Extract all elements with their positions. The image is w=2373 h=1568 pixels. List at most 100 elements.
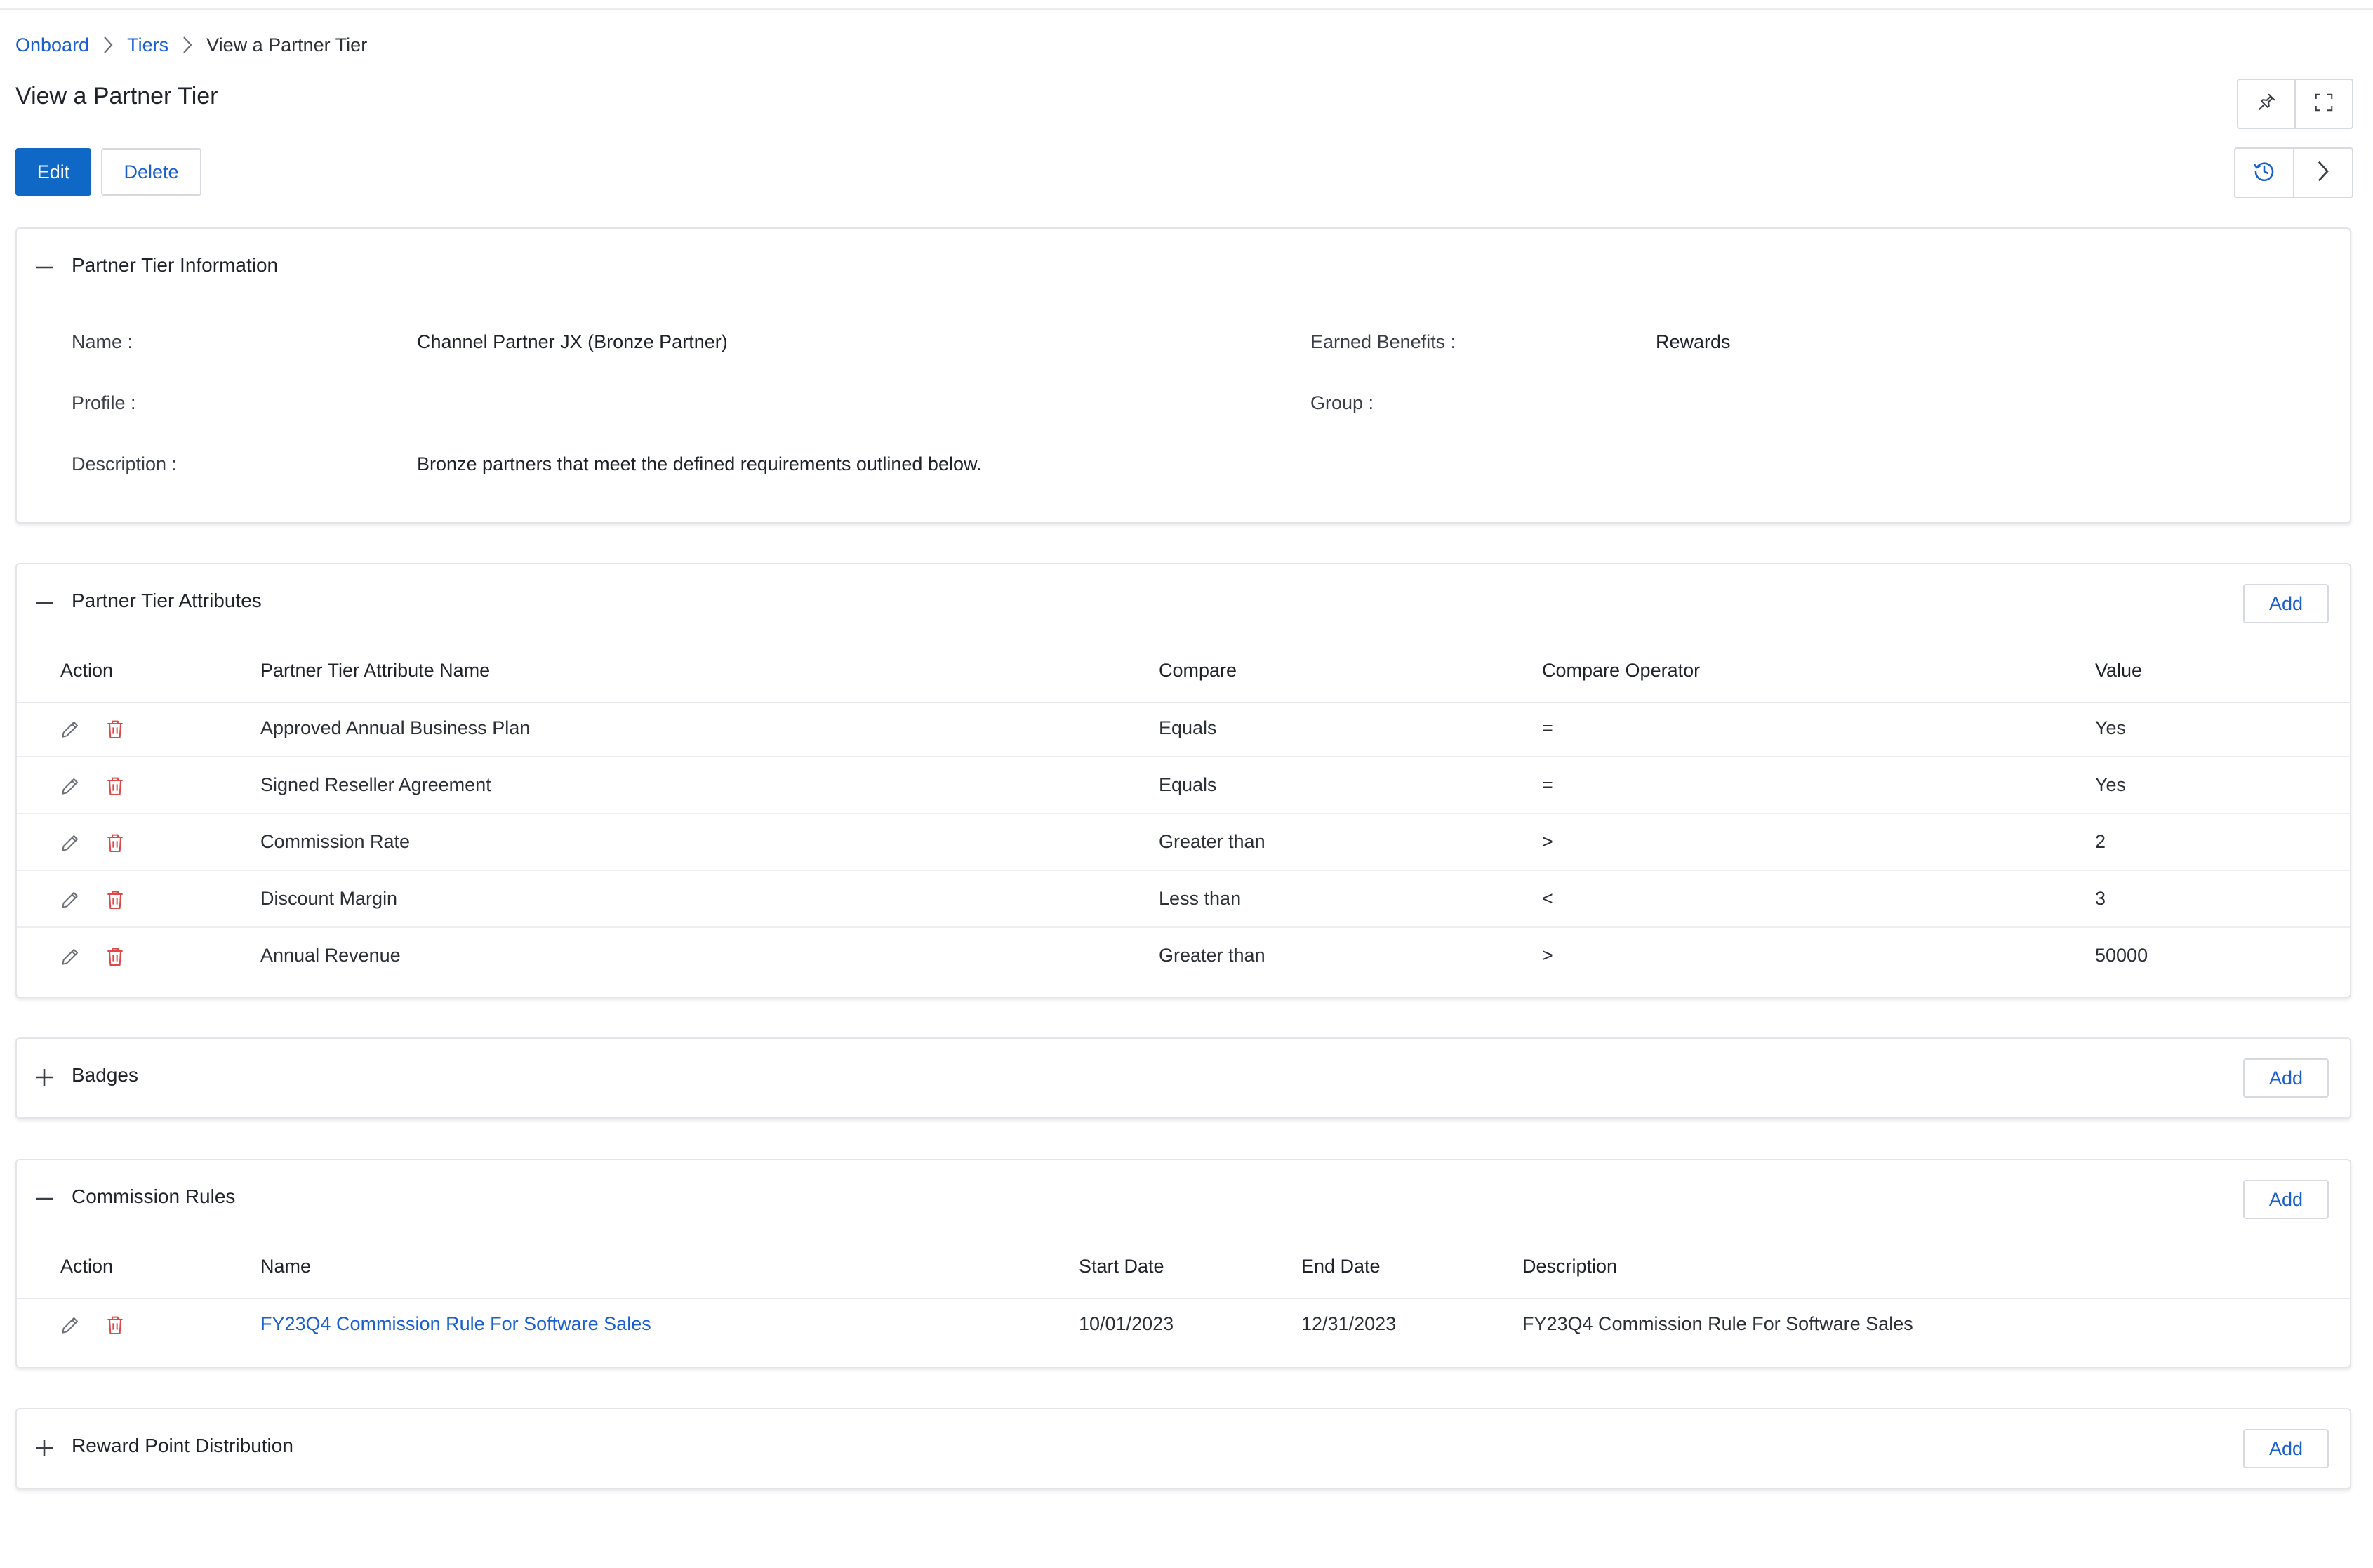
- delete-trash-icon[interactable]: [104, 718, 126, 740]
- panel-title: Partner Tier Attributes: [72, 590, 262, 611]
- panel-header: Commission Rules Add: [17, 1160, 2350, 1237]
- next-record-button[interactable]: [2293, 149, 2352, 197]
- panel-header: Reward Point Distribution Add: [17, 1409, 2350, 1487]
- pin-icon: [2256, 92, 2277, 117]
- column-header[interactable]: Description: [1522, 1256, 1617, 1277]
- history-button[interactable]: [2235, 149, 2293, 197]
- column-header: Action: [60, 1256, 114, 1277]
- column-header[interactable]: Name: [260, 1256, 311, 1277]
- delete-trash-icon[interactable]: [104, 832, 126, 854]
- start-date: 10/01/2023: [1079, 1313, 1174, 1334]
- attribute-value: Yes: [2095, 717, 2127, 738]
- fullscreen-icon: [2313, 92, 2334, 117]
- panel-header: Partner Tier Information: [17, 229, 2350, 306]
- reward-point-distribution-panel: Reward Point Distribution Add: [15, 1408, 2351, 1489]
- attribute-operator: =: [1542, 774, 1553, 795]
- edit-pencil-icon[interactable]: [59, 718, 81, 740]
- chevron-right-icon: [89, 35, 127, 55]
- attribute-name: Approved Annual Business Plan: [260, 717, 531, 738]
- group-label: Group :: [1310, 392, 1374, 413]
- breadcrumb-current: View a Partner Tier: [206, 34, 368, 55]
- commission-rule-link[interactable]: FY23Q4 Commission Rule For Software Sale…: [260, 1313, 651, 1335]
- rule-description: FY23Q4 Commission Rule For Software Sale…: [1522, 1313, 1913, 1334]
- description-value: Bronze partners that meet the defined re…: [417, 453, 982, 474]
- attribute-compare: Greater than: [1159, 831, 1265, 852]
- panel-title: Badges: [72, 1064, 138, 1086]
- column-header[interactable]: Value: [2095, 660, 2142, 682]
- earned-benefits-label: Earned Benefits :: [1310, 331, 1456, 352]
- attribute-operator: >: [1542, 831, 1553, 852]
- panel-title: Reward Point Distribution: [72, 1435, 293, 1456]
- attribute-name: Discount Margin: [260, 888, 398, 909]
- attribute-name: Annual Revenue: [260, 945, 401, 966]
- attribute-value: Yes: [2095, 774, 2127, 795]
- add-attribute-button[interactable]: Add: [2243, 584, 2329, 623]
- name-label: Name :: [72, 331, 133, 352]
- delete-trash-icon[interactable]: [104, 945, 126, 968]
- delete-button[interactable]: Delete: [101, 148, 201, 196]
- column-header[interactable]: Compare: [1159, 660, 1237, 682]
- column-header: Action: [60, 660, 114, 681]
- attribute-value: 50000: [2095, 945, 2148, 966]
- attribute-name: Commission Rate: [260, 831, 411, 852]
- delete-trash-icon[interactable]: [104, 889, 126, 911]
- edit-pencil-icon[interactable]: [59, 832, 81, 854]
- partner-tier-information-panel: Partner Tier Information Name : Channel …: [15, 227, 2351, 524]
- breadcrumb-onboard[interactable]: Onboard: [15, 34, 89, 56]
- table-row: Commission Rate Greater than > 2: [17, 816, 2350, 871]
- name-value: Channel Partner JX (Bronze Partner): [417, 331, 728, 352]
- table-row: Approved Annual Business Plan Equals = Y…: [17, 702, 2350, 757]
- column-header[interactable]: Compare Operator: [1542, 660, 1700, 682]
- table-row: Discount Margin Less than < 3: [17, 872, 2350, 928]
- expand-icon[interactable]: [35, 1068, 53, 1087]
- table-header: Action Partner Tier Attribute Name Compa…: [17, 642, 2350, 703]
- delete-trash-icon[interactable]: [104, 775, 126, 797]
- attribute-compare: Equals: [1159, 774, 1217, 795]
- attribute-operator: <: [1542, 888, 1553, 909]
- edit-pencil-icon[interactable]: [59, 775, 81, 797]
- column-header[interactable]: Partner Tier Attribute Name: [260, 660, 490, 682]
- earned-benefits-value: Rewards: [1656, 331, 1731, 352]
- record-controls: [2234, 147, 2353, 198]
- table-row: Signed Reseller Agreement Equals = Yes: [17, 759, 2350, 814]
- chevron-right-icon: [168, 35, 206, 55]
- panel-title: Partner Tier Information: [72, 254, 279, 276]
- edit-pencil-icon[interactable]: [59, 1314, 81, 1336]
- expand-icon[interactable]: [35, 1439, 53, 1457]
- add-badge-button[interactable]: Add: [2243, 1058, 2329, 1098]
- attribute-value: 2: [2095, 831, 2106, 852]
- add-reward-point-button[interactable]: Add: [2243, 1429, 2329, 1468]
- collapse-icon[interactable]: [35, 1190, 53, 1208]
- delete-trash-icon[interactable]: [104, 1314, 126, 1336]
- profile-label: Profile :: [72, 392, 136, 413]
- pin-button[interactable]: [2238, 80, 2294, 128]
- attribute-value: 3: [2095, 888, 2106, 909]
- fullscreen-button[interactable]: [2294, 80, 2352, 128]
- attribute-compare: Equals: [1159, 717, 1217, 738]
- collapse-icon[interactable]: [35, 258, 53, 277]
- panel-header: Partner Tier Attributes Add: [17, 564, 2350, 642]
- edit-pencil-icon[interactable]: [59, 889, 81, 911]
- description-label: Description :: [72, 453, 178, 474]
- breadcrumb-tiers[interactable]: Tiers: [127, 34, 168, 56]
- badges-panel: Badges Add: [15, 1037, 2351, 1119]
- panel-header: Badges Add: [17, 1039, 2350, 1116]
- edit-pencil-icon[interactable]: [59, 945, 81, 968]
- column-header[interactable]: Start Date: [1079, 1256, 1164, 1277]
- table-row: Annual Revenue Greater than > 50000: [17, 929, 2350, 985]
- page-title: View a Partner Tier: [15, 83, 218, 109]
- column-header[interactable]: End Date: [1301, 1256, 1381, 1277]
- view-controls: [2237, 79, 2353, 129]
- breadcrumb: Onboard Tiers View a Partner Tier: [15, 31, 367, 59]
- panel-title: Commission Rules: [72, 1185, 236, 1207]
- add-commission-rule-button[interactable]: Add: [2243, 1180, 2329, 1219]
- end-date: 12/31/2023: [1301, 1313, 1397, 1334]
- top-divider: [0, 8, 2373, 10]
- attribute-operator: =: [1542, 717, 1553, 738]
- history-icon: [2252, 159, 2276, 187]
- attribute-name: Signed Reseller Agreement: [260, 774, 491, 795]
- table-row: FY23Q4 Commission Rule For Software Sale…: [17, 1298, 2350, 1353]
- edit-button[interactable]: Edit: [15, 148, 91, 196]
- collapse-icon[interactable]: [35, 594, 53, 612]
- chevron-right-icon: [2316, 159, 2330, 187]
